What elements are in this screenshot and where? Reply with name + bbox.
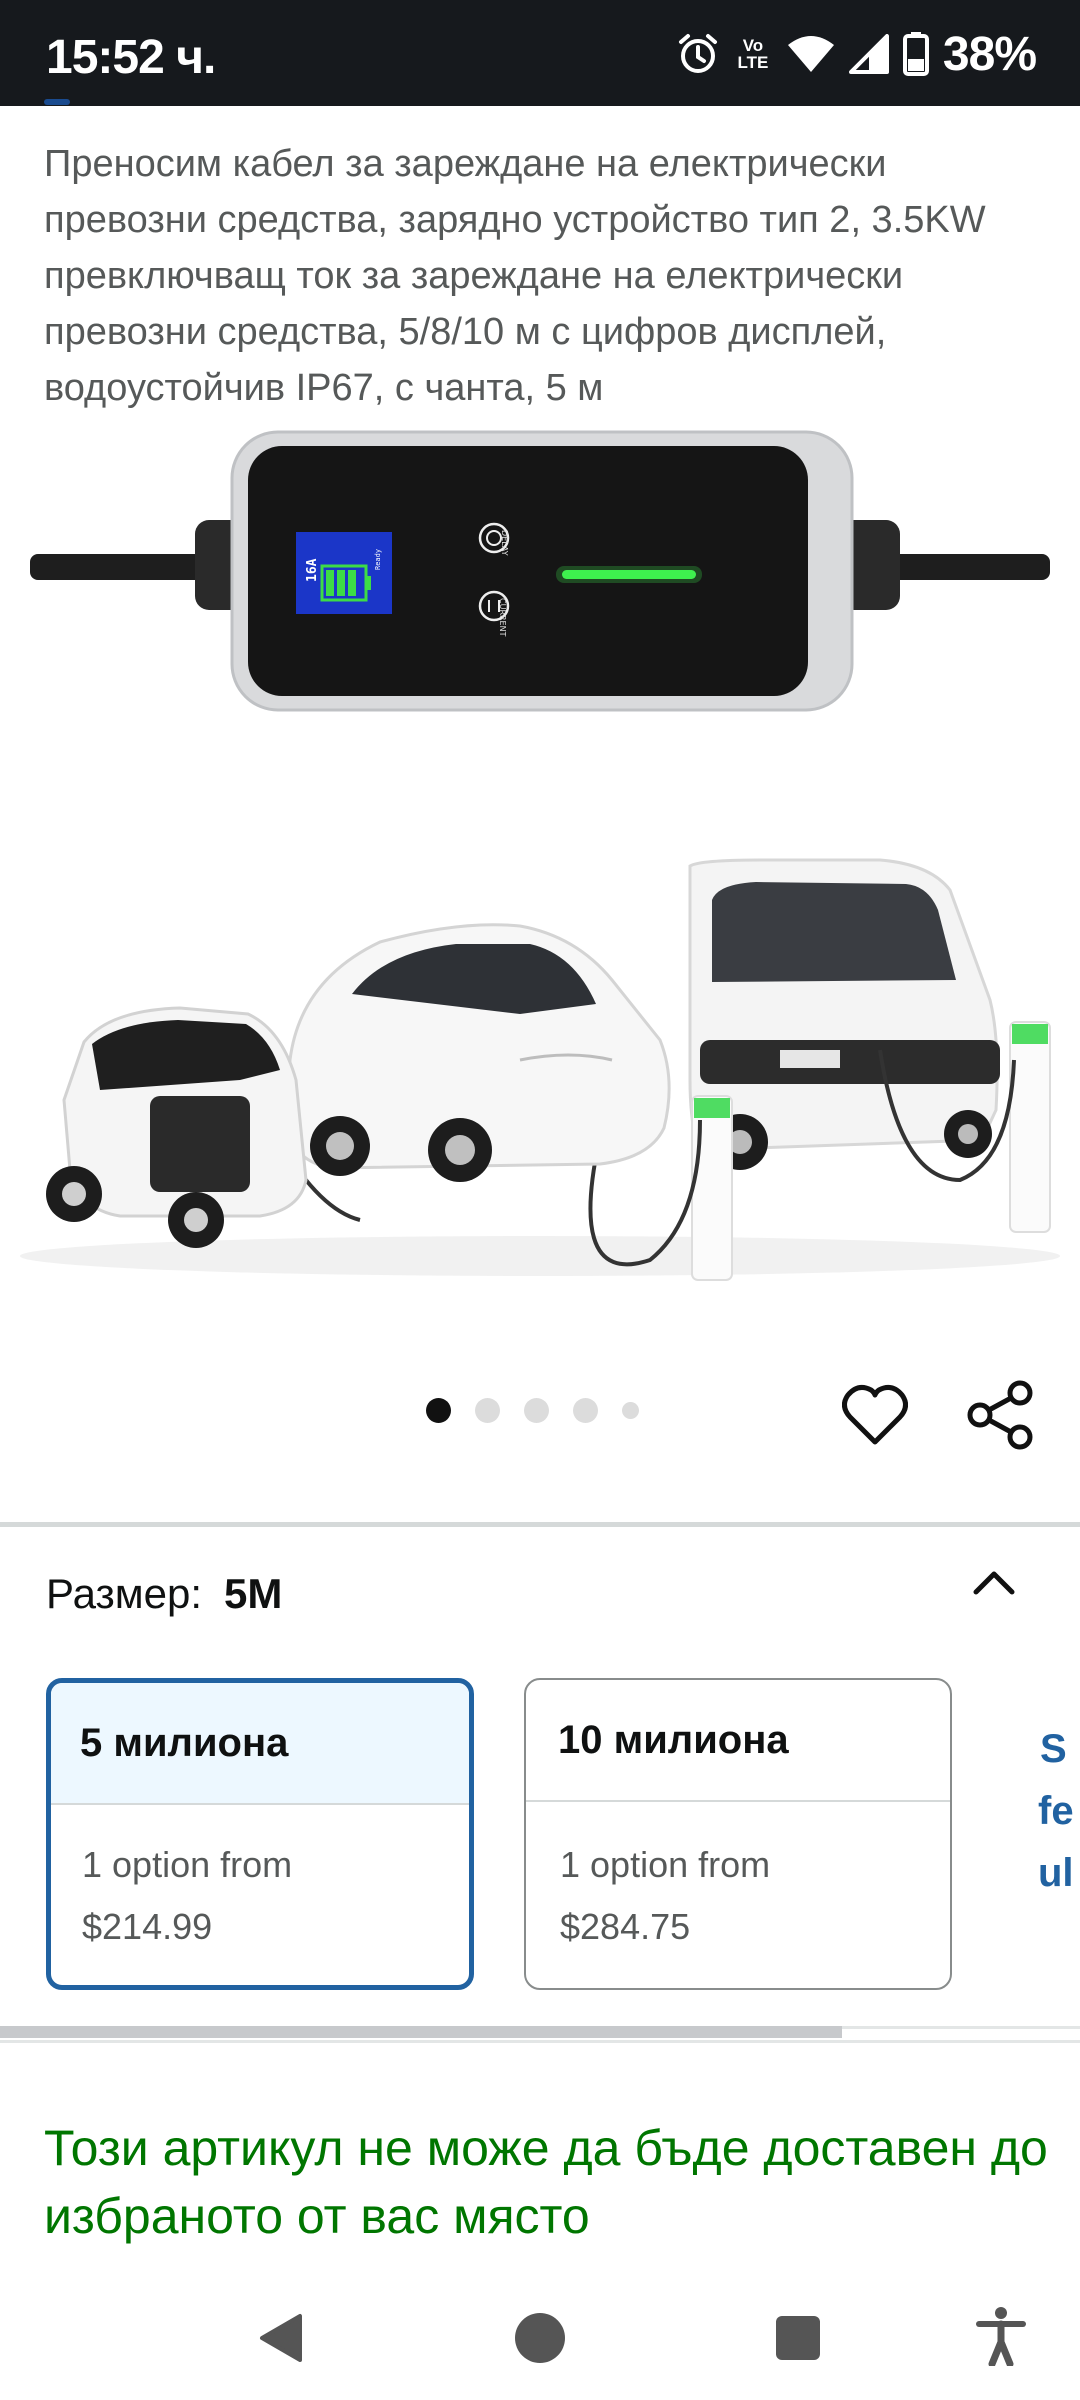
clipped-brand-link[interactable] [44,92,244,106]
battery-percent: 38% [942,27,1037,81]
size-value: 5M [224,1570,283,1617]
accessibility-icon[interactable] [976,2306,1026,2366]
back-icon[interactable] [258,2312,304,2364]
option-availability: 1 option from [82,1844,293,1885]
option-details: 1 option from $284.75 [526,1802,950,1958]
share-icon[interactable] [966,1380,1034,1450]
size-selector-header[interactable]: Размер: 5M [46,1570,282,1618]
product-image[interactable]: 16A Ready DELAY CURRENT [0,420,1080,1300]
cars-illustration [20,858,1060,1281]
carousel-dot[interactable] [475,1398,500,1423]
partial-text-line: ul [1038,1851,1074,1895]
option-name: 10 милиона [526,1680,950,1802]
wifi-icon [787,36,834,72]
partial-next-option[interactable]: S fe ul [1038,1718,1080,1904]
size-option-5m[interactable]: 5 милиона 1 option from $214.99 [46,1678,474,1990]
size-option-10m[interactable]: 10 милиона 1 option from $284.75 [524,1678,952,1990]
system-nav-bar [0,2270,1080,2400]
battery-icon [902,32,929,76]
volte-bottom-text: LTE [737,53,769,72]
carousel-dot[interactable] [622,1402,639,1419]
signal-icon [848,34,889,74]
option-details: 1 option from $214.99 [51,1805,469,1958]
heart-icon[interactable] [842,1384,908,1446]
display-current: 16A [305,558,320,582]
chevron-up-icon[interactable] [970,1566,1018,1598]
option-name: 5 милиона [51,1683,469,1805]
charger-illustration: 16A Ready DELAY CURRENT [30,430,1050,712]
availability-message: Този артикул не може да бъде доставен до… [44,2120,1048,2244]
partial-text-line: fe [1038,1789,1074,1833]
partial-text-line: S [1040,1727,1067,1771]
option-price: $214.99 [82,1906,213,1947]
volte-icon: Vo LTE [733,37,773,71]
horizontal-scrollbar[interactable] [0,2026,842,2038]
size-label: Размер: [46,1570,203,1617]
status-icons: Vo LTE 38% [677,26,1037,82]
status-bar: 15:52 ч. Vo LTE 38% [0,0,1080,106]
recents-icon[interactable] [774,2314,822,2362]
delay-label: DELAY [500,530,509,556]
carousel-dot[interactable] [573,1398,598,1423]
status-time: 15:52 ч. [46,31,216,84]
carousel-indicator [426,1398,639,1423]
alarm-icon [678,34,717,73]
current-label: CURRENT [498,598,507,637]
section-divider [0,1522,1080,1527]
volte-top-text: Vo [742,36,764,55]
option-availability: 1 option from [560,1844,771,1885]
carousel-dot[interactable] [524,1398,549,1423]
display-status: Ready [374,549,382,570]
option-price: $284.75 [560,1906,691,1947]
section-divider [0,2040,1080,2043]
product-title: Преносим кабел за зареждане на електриче… [44,143,986,409]
carousel-dot[interactable] [426,1398,451,1423]
home-icon[interactable] [514,2312,566,2364]
